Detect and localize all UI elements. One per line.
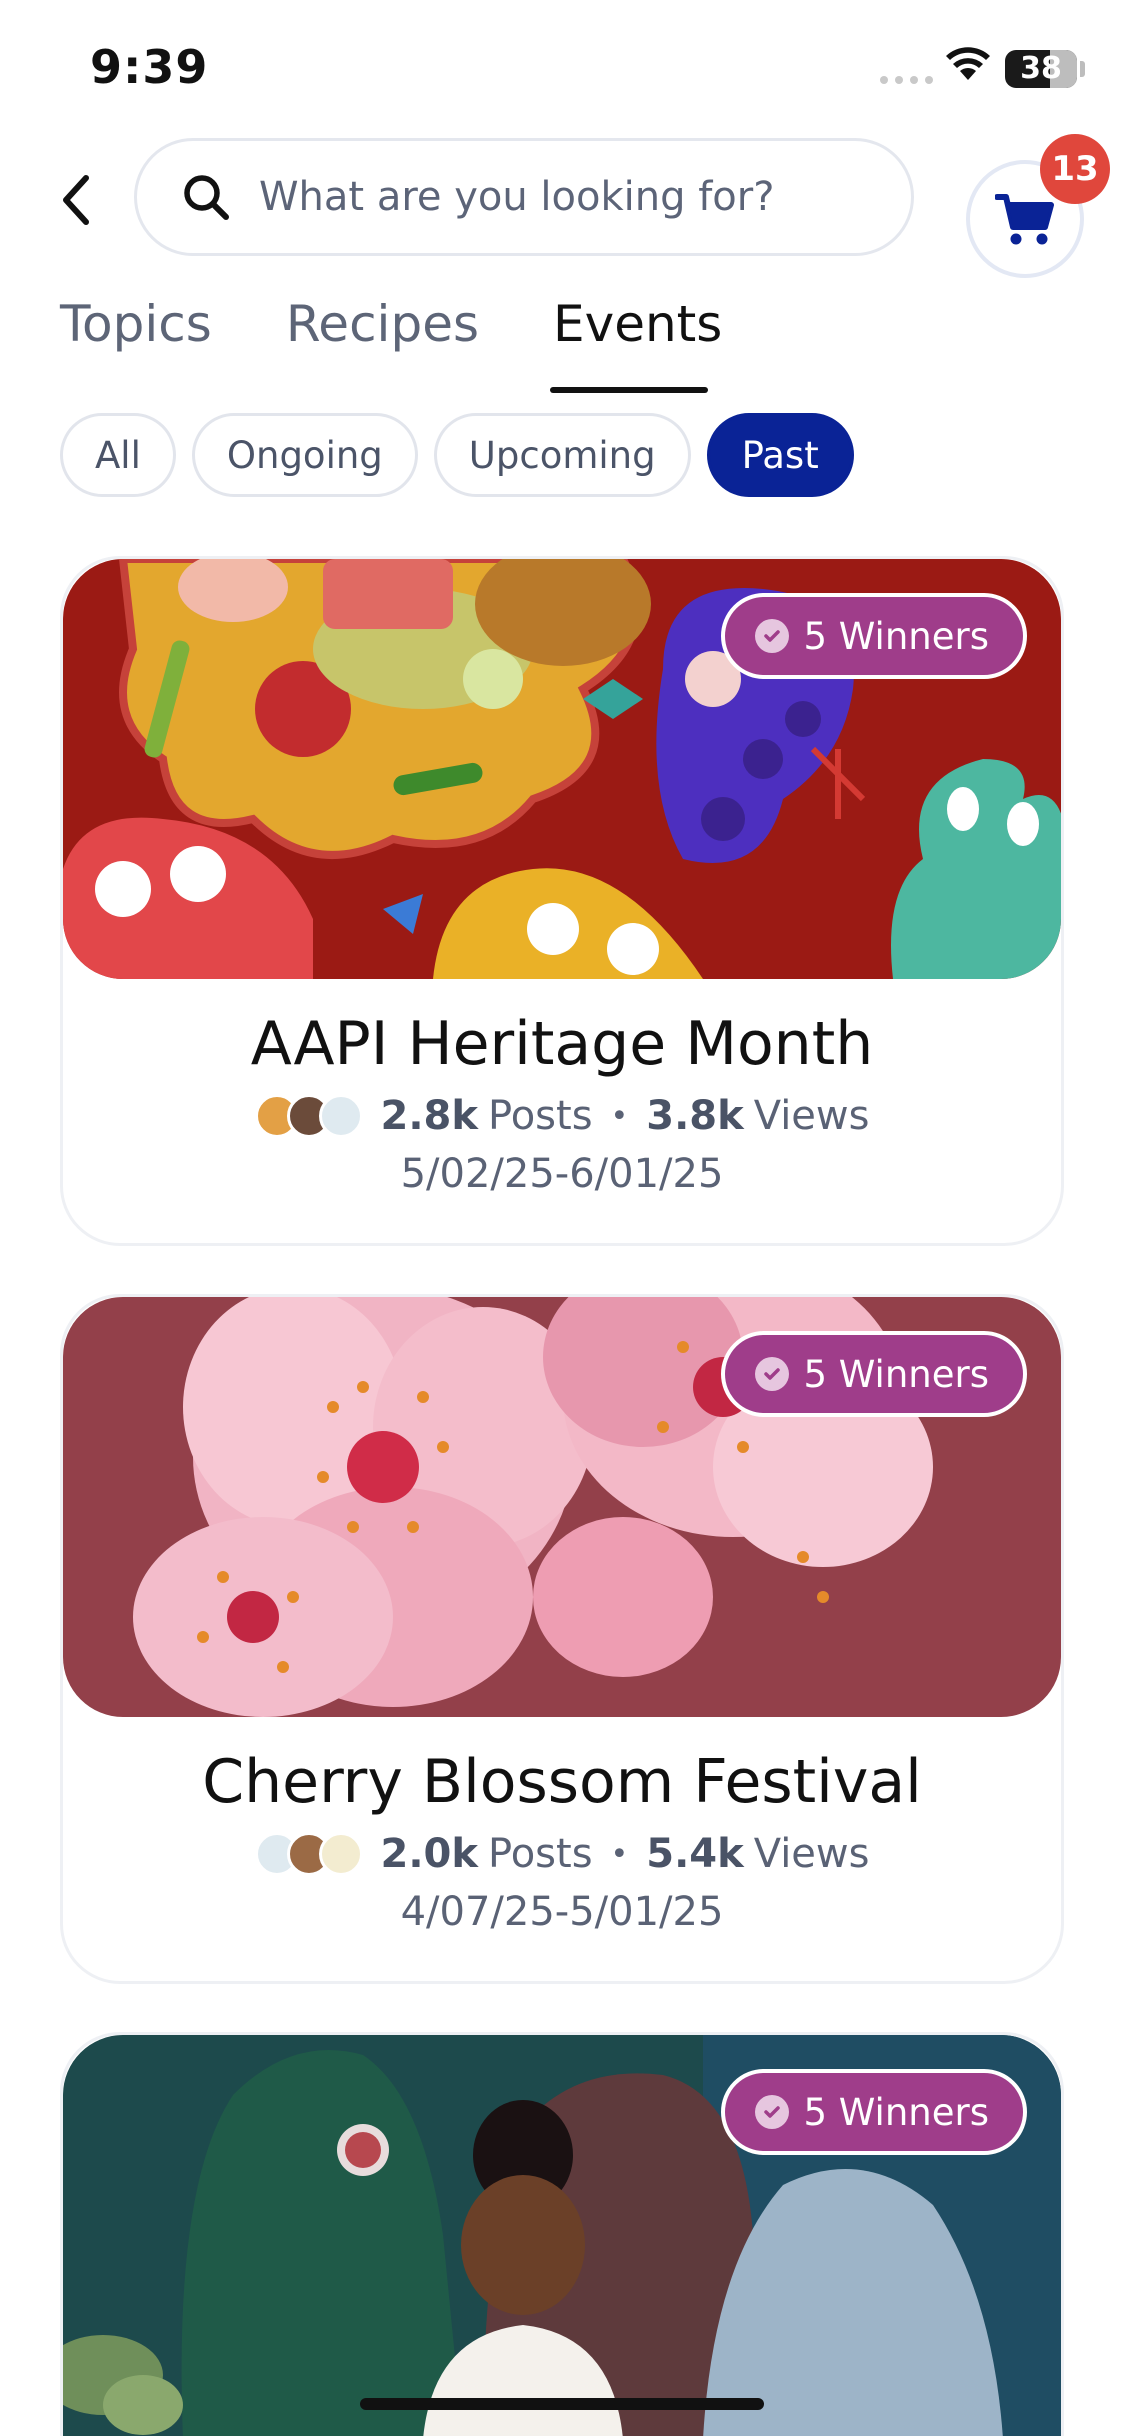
event-title: AAPI Heritage Month: [250, 1009, 874, 1079]
views-count: 5.4k: [646, 1831, 744, 1877]
winners-badge: 5 Winners: [721, 2069, 1027, 2155]
cart-badge: 13: [1040, 134, 1110, 204]
wifi-icon: [946, 47, 990, 80]
filter-ongoing[interactable]: Ongoing: [191, 413, 418, 497]
verified-check-icon: [755, 619, 790, 653]
battery-icon: 38: [1005, 50, 1077, 88]
views-label: Views: [753, 1831, 870, 1877]
search-icon: [184, 175, 229, 220]
tab-recipes[interactable]: Recipes: [286, 295, 479, 353]
winners-badge: 5 Winners: [721, 1331, 1027, 1417]
filter-past[interactable]: Past: [706, 413, 854, 497]
event-stats: 2.8k Posts • 3.8k Views: [63, 1093, 1061, 1139]
views-count: 3.8k: [646, 1093, 744, 1139]
participant-avatars: [254, 1832, 363, 1876]
posts-label: Posts: [488, 1831, 593, 1877]
event-dates: 5/02/25-6/01/25: [400, 1151, 724, 1197]
event-card[interactable]: 5 Winners: [60, 2032, 1064, 2436]
participant-avatars: [254, 1094, 363, 1138]
avatar: [318, 1094, 363, 1138]
shopping-cart-icon: [995, 194, 1054, 245]
search-input[interactable]: [259, 174, 859, 220]
avatar: [318, 1832, 363, 1876]
winners-label: 5 Winners: [803, 614, 989, 658]
event-dates: 4/07/25-5/01/25: [400, 1889, 724, 1935]
tab-events[interactable]: Events: [553, 295, 722, 353]
home-indicator[interactable]: [360, 2398, 764, 2410]
verified-check-icon: [755, 1357, 790, 1391]
status-time: 9:39: [90, 40, 209, 94]
status-bar: 9:39 38: [0, 0, 1125, 130]
verified-check-icon: [755, 2095, 790, 2129]
battery-cap: [1080, 61, 1085, 77]
event-image: 5 Winners: [63, 1297, 1061, 1717]
filter-upcoming[interactable]: Upcoming: [433, 413, 691, 497]
event-image: 5 Winners: [63, 2035, 1061, 2436]
battery-level: 38: [1020, 51, 1062, 86]
winners-label: 5 Winners: [803, 1352, 989, 1396]
winners-badge: 5 Winners: [721, 593, 1027, 679]
posts-count: 2.0k: [380, 1831, 478, 1877]
filter-chips: All Ongoing Upcoming Past: [60, 413, 854, 497]
search-bar[interactable]: [134, 138, 914, 256]
winners-label: 5 Winners: [803, 2090, 989, 2134]
filter-all[interactable]: All: [60, 413, 176, 497]
separator-dot: •: [610, 1098, 629, 1134]
back-button[interactable]: [50, 165, 100, 235]
posts-label: Posts: [488, 1093, 593, 1139]
category-tabs: Topics Recipes Events: [60, 295, 796, 353]
separator-dot: •: [610, 1836, 629, 1872]
event-card[interactable]: 5 Winners AAPI Heritage Month 2.8k Posts…: [60, 556, 1064, 1246]
active-tab-indicator: [550, 387, 708, 393]
posts-count: 2.8k: [380, 1093, 478, 1139]
chevron-left-icon: [63, 175, 89, 225]
tab-topics[interactable]: Topics: [60, 295, 212, 353]
views-label: Views: [753, 1093, 870, 1139]
event-title: Cherry Blossom Festival: [202, 1747, 922, 1817]
event-image: 5 Winners: [63, 559, 1061, 979]
cellular-signal-icon: [880, 76, 933, 84]
event-card[interactable]: 5 Winners Cherry Blossom Festival 2.0k P…: [60, 1294, 1064, 1984]
event-stats: 2.0k Posts • 5.4k Views: [63, 1831, 1061, 1877]
